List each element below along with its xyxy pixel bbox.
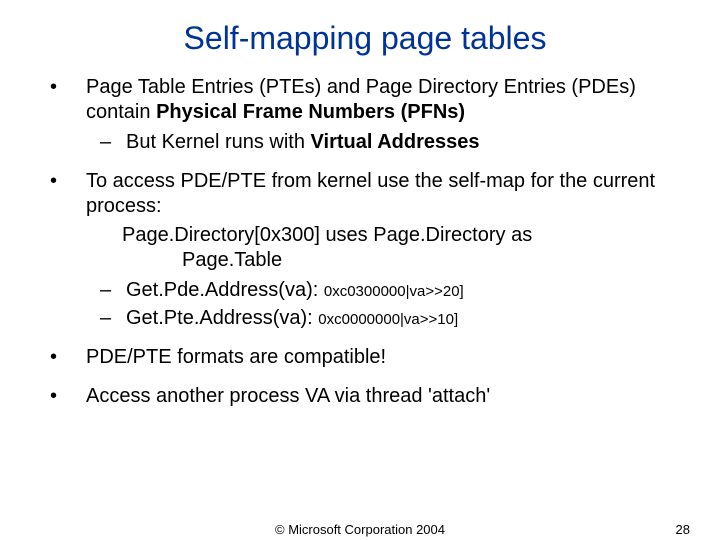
bullet-2-sub-2-code: 0xc0000000|va>>10] bbox=[318, 311, 458, 328]
bullet-2-sub-2-label: Get.Pte.Address(va): bbox=[126, 307, 318, 329]
bullet-3: PDE/PTE formats are compatible! bbox=[50, 345, 680, 370]
bullet-2-sub-1-code: 0xc0300000|va>>20] bbox=[324, 283, 464, 300]
bullet-2-sub-1-label: Get.Pde.Address(va): bbox=[126, 279, 324, 301]
bullet-1: Page Table Entries (PTEs) and Page Direc… bbox=[50, 75, 680, 155]
bullet-2-sub-2: Get.Pte.Address(va): 0xc0000000|va>>10] bbox=[86, 305, 680, 331]
page-number: 28 bbox=[676, 522, 690, 537]
bullet-2-text: To access PDE/PTE from kernel use the se… bbox=[86, 170, 655, 217]
slide: Self-mapping page tables Page Table Entr… bbox=[0, 0, 720, 540]
bullet-2-sub: Get.Pde.Address(va): 0xc0300000|va>>20] … bbox=[86, 277, 680, 331]
bullet-1-bold: Physical Frame Numbers (PFNs) bbox=[156, 101, 465, 123]
bullet-2: To access PDE/PTE from kernel use the se… bbox=[50, 169, 680, 331]
bullet-2-sub-1: Get.Pde.Address(va): 0xc0300000|va>>20] bbox=[86, 277, 680, 303]
bullet-1-sub-1: But Kernel runs with Virtual Addresses bbox=[86, 129, 680, 155]
bullet-4: Access another process VA via thread 'at… bbox=[50, 384, 680, 409]
copyright-text: © Microsoft Corporation 2004 bbox=[0, 522, 720, 537]
bullet-2-code-l1: Page.Directory[0x300] uses Page.Director… bbox=[122, 224, 532, 246]
slide-title: Self-mapping page tables bbox=[50, 20, 680, 57]
bullet-2-code: Page.Directory[0x300] uses Page.Director… bbox=[122, 223, 680, 273]
bullet-1-sub: But Kernel runs with Virtual Addresses bbox=[86, 129, 680, 155]
bullet-1-sub-text: But Kernel runs with bbox=[126, 131, 311, 153]
bullet-1-sub-bold: Virtual Addresses bbox=[311, 131, 480, 153]
bullet-list: Page Table Entries (PTEs) and Page Direc… bbox=[50, 75, 680, 409]
bullet-2-code-l2: Page.Table bbox=[122, 248, 680, 273]
